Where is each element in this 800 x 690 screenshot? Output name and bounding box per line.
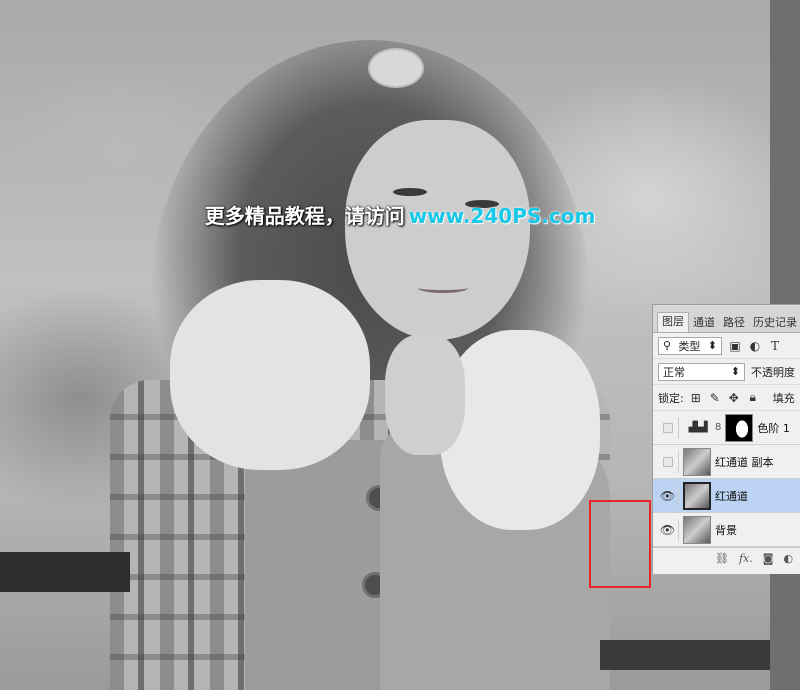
bench-left bbox=[0, 552, 130, 592]
visibility-toggle[interactable] bbox=[657, 416, 679, 439]
layer-name: 背景 bbox=[715, 523, 737, 537]
layer-thumbnail bbox=[683, 515, 711, 544]
lock-pixels-icon[interactable]: ✎ bbox=[708, 391, 722, 405]
hand bbox=[385, 335, 465, 455]
blend-mode-value: 正常 bbox=[663, 365, 685, 379]
adjustment-filter-icon[interactable]: ◐ bbox=[748, 339, 762, 353]
hair-flower bbox=[368, 48, 424, 88]
search-icon: ⚲ bbox=[663, 339, 672, 352]
bench-right bbox=[600, 640, 770, 670]
layer-name: 红通道 bbox=[715, 489, 748, 503]
fur-collar-right bbox=[440, 330, 600, 530]
visibility-toggle[interactable] bbox=[657, 450, 679, 473]
chain-link-icon[interactable]: 8 bbox=[715, 422, 721, 433]
fur-collar-left bbox=[170, 280, 370, 470]
watermark-text: 更多精品教程，请访问 bbox=[204, 204, 405, 228]
coat-center-panel bbox=[245, 440, 385, 690]
layers-panel: 图层 通道 路径 历史记录 ⚲ 类型 ⬍ ▣ ◐ T 正常 ⬍ 不透明度 锁定:… bbox=[652, 304, 800, 574]
layer-row-red-channel[interactable]: 👁︎ 红通道 bbox=[653, 479, 800, 513]
lock-row: 锁定: ⊞ ✎ ✥ 🔒︎ 填充 bbox=[653, 385, 800, 411]
panel-tabs: 图层 通道 路径 历史记录 bbox=[653, 305, 800, 333]
hidden-box bbox=[662, 422, 673, 433]
tab-paths[interactable]: 路径 bbox=[719, 314, 749, 332]
layer-name: 色阶 1 bbox=[757, 421, 790, 435]
eye-icon[interactable]: 👁︎ bbox=[657, 518, 679, 541]
layer-row-levels[interactable]: ▟▙▟ 8 色阶 1 bbox=[653, 411, 800, 445]
chevron-updown-icon: ⬍ bbox=[730, 365, 740, 378]
watermark-url: www.240PS.com bbox=[408, 204, 596, 228]
filter-type-select[interactable]: ⚲ 类型 ⬍ bbox=[658, 336, 722, 355]
fill-label: 填充 bbox=[772, 391, 795, 405]
mask-thumbnail[interactable] bbox=[725, 413, 754, 442]
chevron-updown-icon: ⬍ bbox=[707, 339, 717, 352]
layer-name: 红通道 副本 bbox=[715, 455, 774, 469]
filter-row: ⚲ 类型 ⬍ ▣ ◐ T bbox=[653, 333, 800, 359]
watermark: 更多精品教程，请访问 www.240PS.com bbox=[0, 200, 800, 229]
hidden-box bbox=[662, 456, 673, 467]
fx-icon[interactable]: fx. bbox=[739, 552, 753, 565]
type-filter-icon[interactable]: T bbox=[768, 339, 782, 353]
lock-all-icon[interactable]: 🔒︎ bbox=[746, 390, 760, 405]
lock-transparent-icon[interactable]: ⊞ bbox=[689, 391, 703, 405]
layer-row-red-channel-copy[interactable]: 红通道 副本 bbox=[653, 445, 800, 479]
filter-type-label: 类型 bbox=[678, 339, 701, 353]
mask-icon[interactable]: ◙ bbox=[763, 552, 774, 565]
adjustment-icon[interactable]: ◐ bbox=[783, 552, 793, 565]
face bbox=[345, 120, 530, 340]
lock-label: 锁定: bbox=[658, 391, 684, 405]
tab-layers[interactable]: 图层 bbox=[657, 312, 689, 332]
layer-thumbnail bbox=[683, 447, 711, 476]
blend-row: 正常 ⬍ 不透明度 bbox=[653, 359, 800, 385]
highlight-box bbox=[589, 500, 651, 588]
left-eye bbox=[393, 188, 427, 196]
lock-position-icon[interactable]: ✥ bbox=[727, 391, 741, 405]
link-icon[interactable]: ⛓ bbox=[715, 552, 729, 565]
layer-thumbnail bbox=[683, 481, 711, 510]
panel-footer: ⛓ fx. ◙ ◐ bbox=[653, 547, 800, 569]
tab-history[interactable]: 历史记录 bbox=[749, 314, 800, 332]
mouth bbox=[418, 283, 468, 293]
opacity-label: 不透明度 bbox=[751, 365, 795, 379]
eye-icon[interactable]: 👁︎ bbox=[657, 484, 679, 507]
levels-icon: ▟▙▟ bbox=[688, 422, 707, 433]
tab-channels[interactable]: 通道 bbox=[689, 314, 719, 332]
layer-row-background[interactable]: 👁︎ 背景 bbox=[653, 513, 800, 547]
blend-mode-select[interactable]: 正常 ⬍ bbox=[658, 362, 745, 381]
image-filter-icon[interactable]: ▣ bbox=[728, 339, 742, 353]
